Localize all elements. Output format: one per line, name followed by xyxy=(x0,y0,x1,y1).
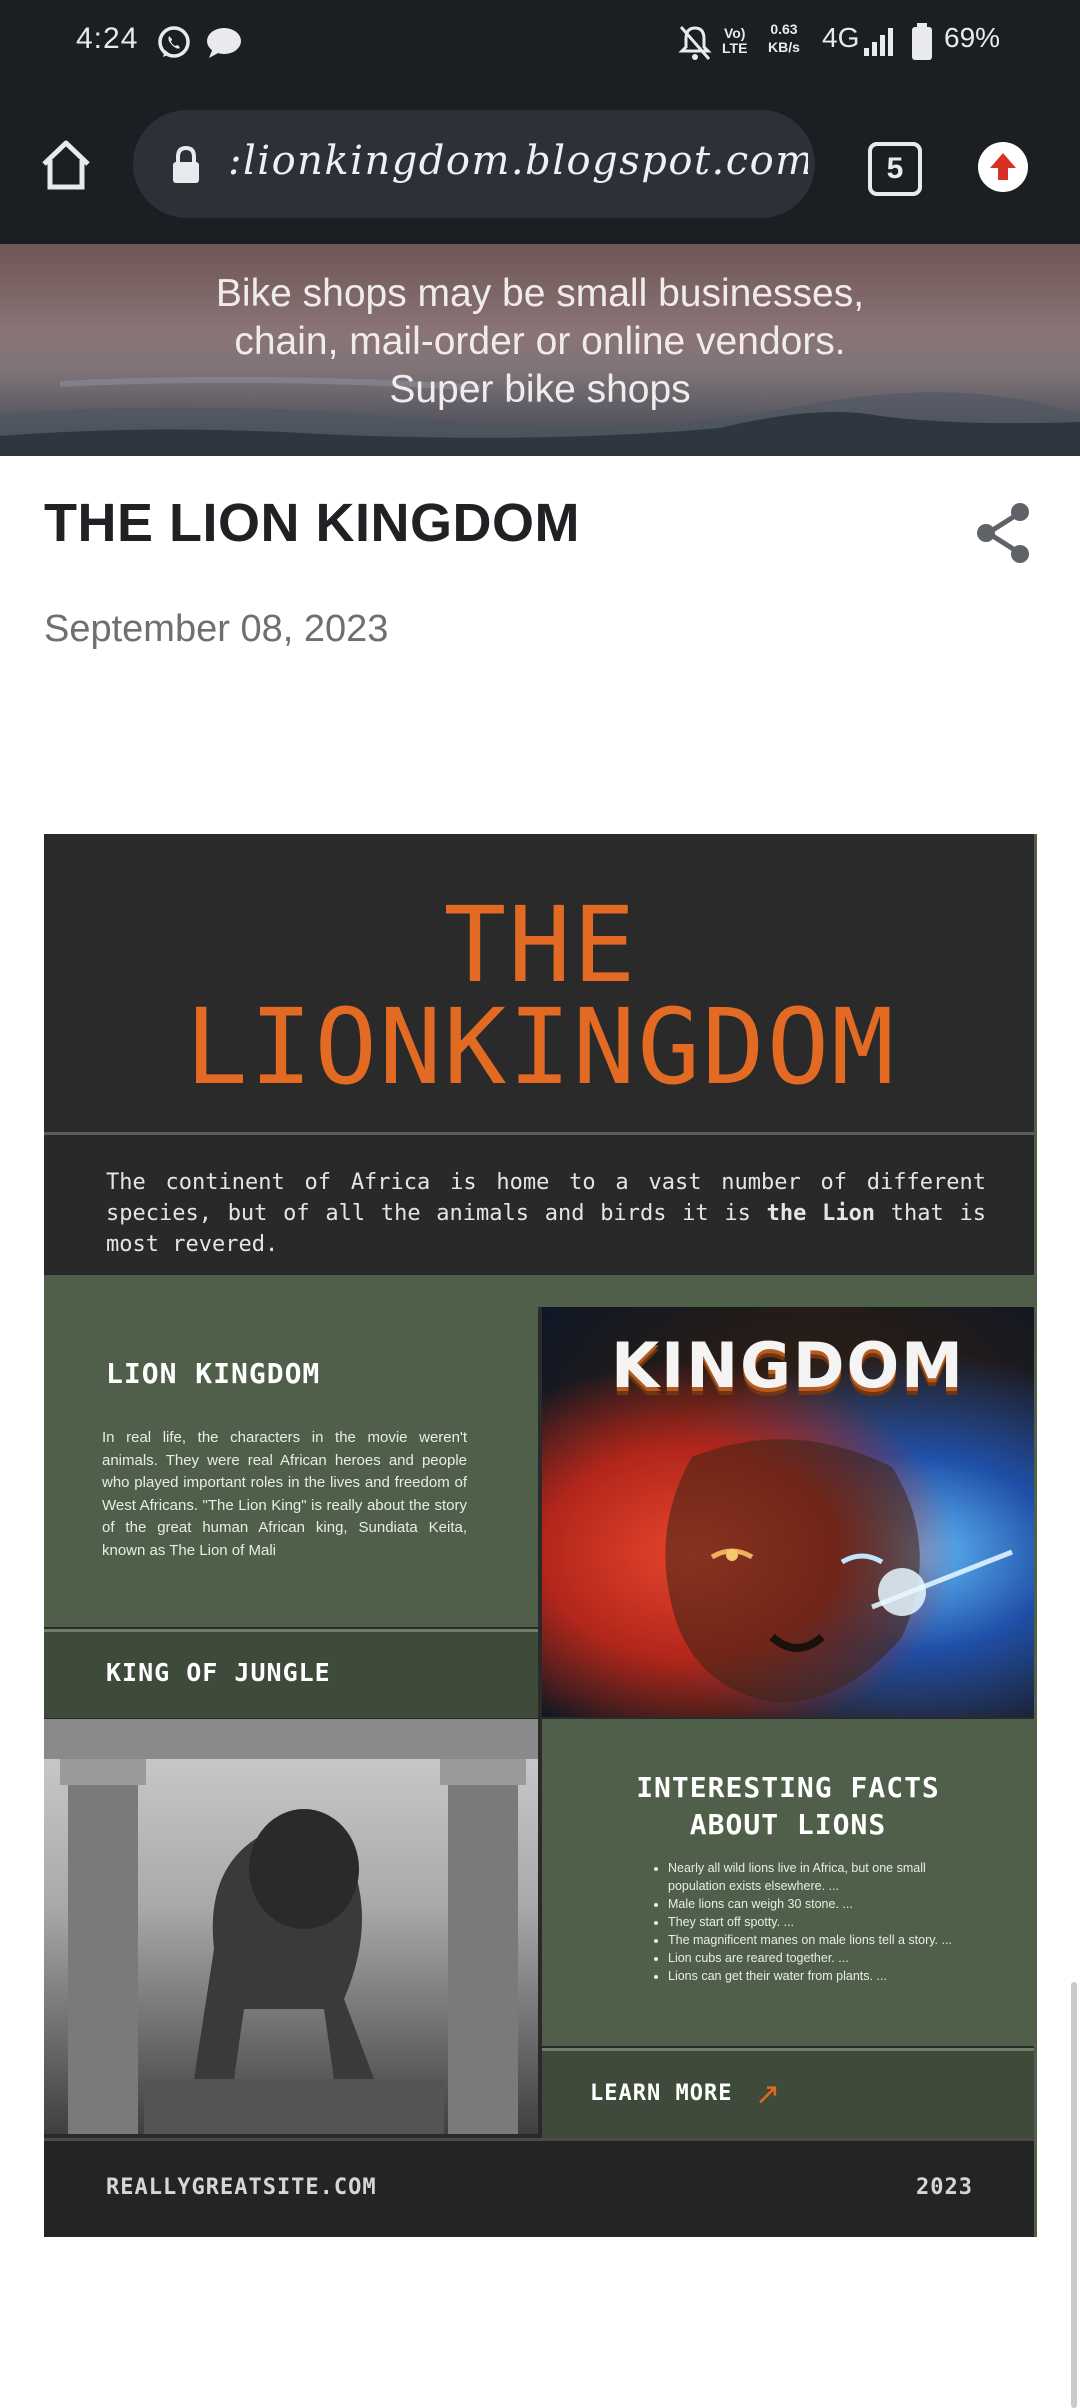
poster-footer: REALLYGREATSITE.COM 2023 xyxy=(44,2138,1037,2237)
kingdom-artwork-title: KINGDOM xyxy=(611,1329,965,1402)
fact-item: They start off spotty. ... xyxy=(668,1913,968,1931)
poster-right-edge xyxy=(1034,834,1037,2237)
lock-icon xyxy=(173,145,199,183)
arrow-up-right-icon: ↗ xyxy=(755,2078,781,2111)
lion-statue-photo xyxy=(44,1719,538,2134)
network-type: 4G xyxy=(822,22,860,53)
battery-icon xyxy=(912,23,932,60)
battery-percent: 69% xyxy=(944,22,1001,53)
poster-image[interactable]: THE LIONKINGDOM The continent of Africa … xyxy=(44,834,1037,2237)
lion-kingdom-panel: LION KINGDOM In real life, the character… xyxy=(44,1307,538,1627)
learn-more-label: LEARN MORE xyxy=(590,2081,733,2106)
poster-title-line: THE xyxy=(443,884,638,1006)
home-icon[interactable] xyxy=(38,138,94,192)
fact-item: Nearly all wild lions live in Africa, bu… xyxy=(668,1859,968,1895)
poster-year: 2023 xyxy=(916,2175,973,2200)
post-title[interactable]: THE LION KINGDOM xyxy=(44,492,580,554)
poster-title: THE LIONKINGDOM xyxy=(44,884,1037,1108)
learn-more-panel: LEARN MORE ↗ xyxy=(542,2048,1034,2139)
page-scrollbar[interactable] xyxy=(1071,1982,1077,2408)
poster-title-line: LIONKINGDOM xyxy=(185,986,896,1108)
tabs-button[interactable]: 5 xyxy=(868,142,922,196)
tagline-line: Super bike shops xyxy=(389,368,691,411)
lion-kingdom-body: In real life, the characters in the movi… xyxy=(102,1429,467,1559)
interesting-facts-panel: INTERESTING FACTS ABOUT LIONS Nearly all… xyxy=(542,1719,1034,2046)
network-speed: 0.63 KB/s xyxy=(768,21,800,55)
chat-bubble-icon xyxy=(207,28,241,58)
mute-notifications-icon xyxy=(678,26,712,60)
status-time: 4:24 xyxy=(76,22,139,55)
facts-heading-line: INTERESTING FACTS xyxy=(636,1771,940,1804)
poster-intro-box: The continent of Africa is home to a vas… xyxy=(44,1132,1034,1278)
tagline-line: chain, mail-order or online vendors. xyxy=(234,320,846,363)
lion-statue-shape xyxy=(44,1719,538,2134)
fact-item: Lion cubs are reared together. ... xyxy=(668,1949,968,1967)
fact-item: Lions can get their water from plants. .… xyxy=(668,1967,968,1985)
whatsapp-icon xyxy=(158,26,190,58)
signal-icon xyxy=(864,28,893,56)
king-of-jungle-panel: KING OF JUNGLE xyxy=(44,1629,538,1718)
update-menu-button[interactable] xyxy=(978,142,1028,192)
share-icon[interactable] xyxy=(974,500,1034,566)
lion-face-artwork: KINGDOM xyxy=(542,1307,1034,1717)
lion-kingdom-heading: LION KINGDOM xyxy=(106,1357,321,1390)
facts-heading-line: ABOUT LIONS xyxy=(689,1808,887,1841)
intro-text-bold: the Lion xyxy=(766,1201,876,1226)
poster-website: REALLYGREATSITE.COM xyxy=(106,2175,377,2200)
interesting-facts-heading: INTERESTING FACTS ABOUT LIONS xyxy=(542,1769,1034,1843)
tagline-line: Bike shops may be small businesses, xyxy=(215,272,865,315)
king-of-jungle-label: KING OF JUNGLE xyxy=(106,1658,331,1687)
volte-indicator: Vo) LTE xyxy=(722,25,748,56)
banner-tagline: Bike shops may be small businesses, chai… xyxy=(0,270,1080,414)
blog-header-banner: Bike shops may be small businesses, chai… xyxy=(0,244,1080,456)
poster-divider-strip xyxy=(44,1275,1034,1307)
lion-facts-list: Nearly all wild lions live in Africa, bu… xyxy=(652,1859,968,1985)
update-arrow-icon xyxy=(990,153,1016,180)
fact-item: The magnificent manes on male lions tell… xyxy=(668,1931,968,1949)
fact-item: Male lions can weigh 30 stone. ... xyxy=(668,1895,968,1913)
url-text[interactable]: :lionkingdom.blogspot.com xyxy=(228,138,808,198)
status-bar: 4:24 Vo) LTE 0.63 KB/s 4G 69% xyxy=(0,0,1080,86)
post-date: September 08, 2023 xyxy=(44,608,389,650)
poster-intro-text: The continent of Africa is home to a vas… xyxy=(106,1167,986,1260)
